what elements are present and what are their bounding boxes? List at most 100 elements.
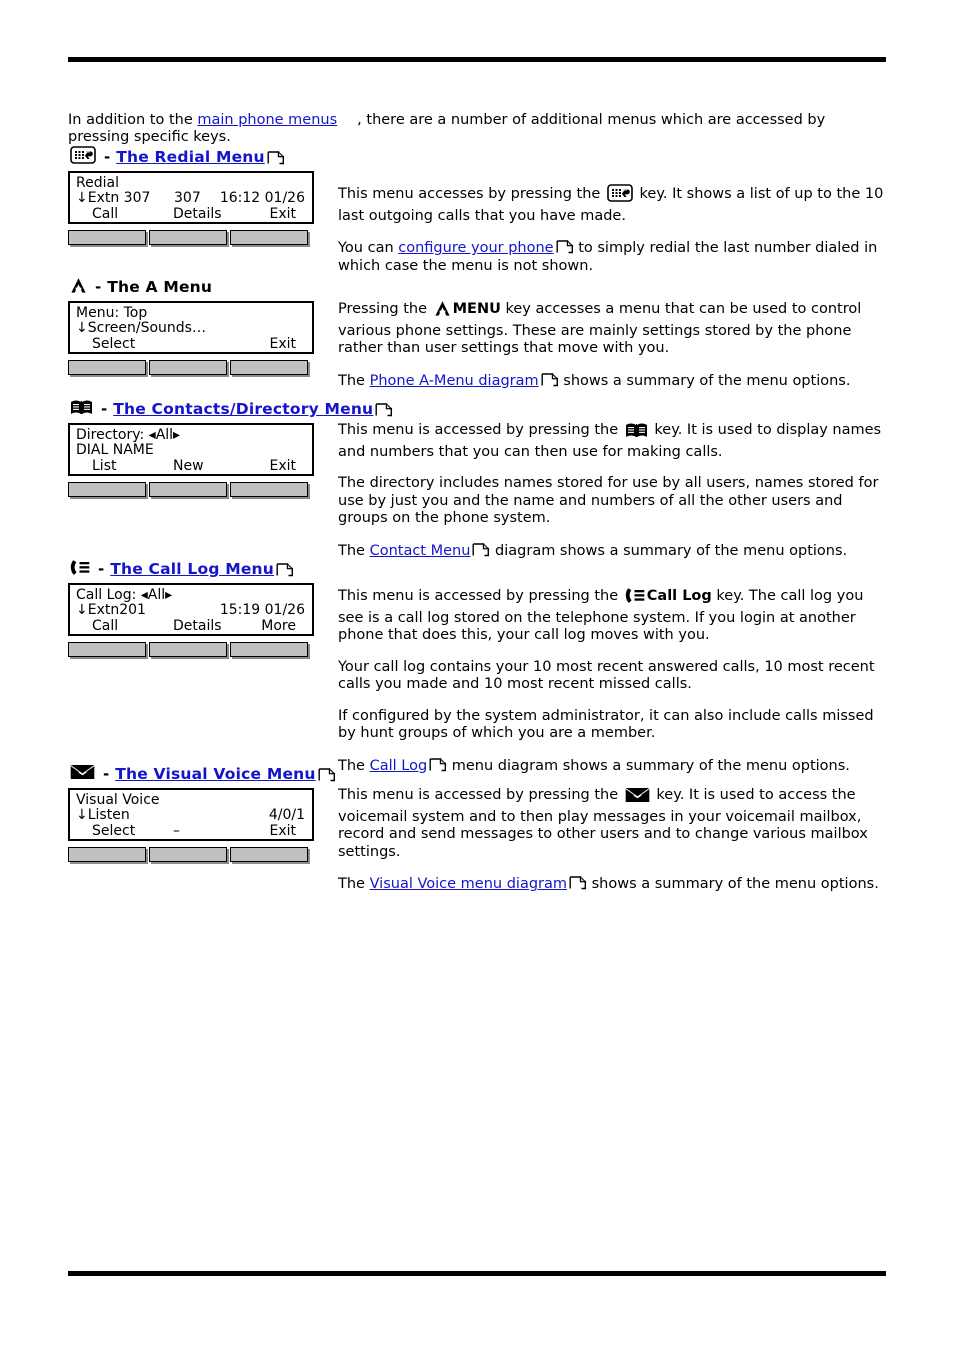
softkey-row-calllog xyxy=(68,642,318,660)
body-text-emphasis: Call Log xyxy=(646,588,712,604)
softkey-button-1[interactable] xyxy=(68,642,146,657)
softkey-button-3[interactable] xyxy=(230,230,308,245)
body-paragraph: This menu is accessed by pressing the ke… xyxy=(338,422,890,461)
a-menu-icon xyxy=(70,277,87,298)
display-line: Directory: ◂All▸ xyxy=(70,427,312,443)
intro-text-before: In addition to the xyxy=(68,111,198,128)
footer-rule xyxy=(68,1271,886,1276)
section-title-voice[interactable]: The Visual Voice Menu xyxy=(115,765,315,783)
display-softkey-label-3: Exit xyxy=(269,336,296,352)
section-title-redial[interactable]: The Redial Menu xyxy=(116,148,265,166)
display-line: Call Details More xyxy=(70,618,312,634)
softkey-button-3[interactable] xyxy=(230,642,308,657)
page-link-icon xyxy=(429,757,447,772)
body-text: This menu is accessed by pressing the xyxy=(338,422,623,438)
softkey-button-2[interactable] xyxy=(149,360,227,375)
display-softkey-label-3: Exit xyxy=(269,823,296,839)
section-body-amenu: Pressing the MENU key accesses a menu th… xyxy=(338,300,890,390)
display-softkey-label-1: List xyxy=(92,458,117,474)
call-log-icon xyxy=(625,587,645,610)
body-link[interactable]: Call Log xyxy=(370,758,428,774)
section-heading-calllog: - The Call Log Menu xyxy=(68,557,294,581)
body-paragraph: The Contact Menu diagram shows a summary… xyxy=(338,542,890,561)
softkey-button-1[interactable] xyxy=(68,482,146,497)
a-menu-icon xyxy=(434,300,451,323)
body-link[interactable]: Phone A-Menu diagram xyxy=(370,373,539,389)
phone-display-amenu: Menu: Top ↓Screen/Sounds… Select Exit xyxy=(68,301,314,354)
body-text: The xyxy=(338,876,370,892)
body-paragraph: This menu accesses by pressing the key. … xyxy=(338,184,890,225)
visual-voice-icon xyxy=(70,764,95,784)
section-title-calllog[interactable]: The Call Log Menu xyxy=(110,560,274,578)
body-paragraph: The Call Log menu diagram shows a summar… xyxy=(338,757,890,776)
display-entry-number: 307 xyxy=(174,190,201,206)
softkey-row-amenu xyxy=(68,360,318,378)
softkey-row-contacts xyxy=(68,482,318,500)
display-title: Visual Voice xyxy=(76,792,160,808)
display-entry-name: ↓Extn 307 xyxy=(76,190,151,206)
display-softkey-label-3: Exit xyxy=(269,206,296,222)
body-link[interactable]: Contact Menu xyxy=(370,543,471,559)
section-body-calllog: This menu is accessed by pressing the Ca… xyxy=(338,587,890,775)
display-entry-name: DIAL NAME xyxy=(76,442,154,458)
page-link-icon xyxy=(569,875,587,890)
body-link[interactable]: Visual Voice menu diagram xyxy=(370,876,567,892)
section-title-amenu: The A Menu xyxy=(107,278,213,296)
phone-display-redial: Redial ↓Extn 307 307 16:12 01/26 Call Details… xyxy=(68,171,314,224)
display-entry-name: ↓Listen xyxy=(76,807,130,823)
redial-icon xyxy=(70,146,96,168)
display-line: Visual Voice xyxy=(70,792,312,808)
body-paragraph: The Phone A-Menu diagram shows a summary… xyxy=(338,372,890,391)
softkey-row-redial xyxy=(68,230,318,248)
heading-dash: - xyxy=(95,277,102,296)
body-text-emphasis: MENU xyxy=(452,301,501,317)
section-body-voice: This menu is accessed by pressing the ke… xyxy=(338,787,890,894)
document-page: In addition to the main phone menus, the… xyxy=(0,0,954,1351)
display-softkey-label-3: Exit xyxy=(269,458,296,474)
heading-dash: - xyxy=(104,147,111,166)
display-line: Call Details Exit xyxy=(70,206,312,222)
section-heading-redial: - The Redial Menu xyxy=(68,145,285,169)
body-paragraph: You can configure your phone to simply r… xyxy=(338,239,890,275)
softkey-button-2[interactable] xyxy=(149,230,227,245)
body-link[interactable]: configure your phone xyxy=(398,240,553,256)
display-softkey-label-2: New xyxy=(173,458,204,474)
softkey-button-3[interactable] xyxy=(230,847,308,862)
softkey-button-3[interactable] xyxy=(230,482,308,497)
call-log-icon xyxy=(70,559,90,580)
section-heading-voice: - The Visual Voice Menu xyxy=(68,762,336,786)
body-paragraph: The directory includes names stored for … xyxy=(338,475,890,528)
softkey-button-1[interactable] xyxy=(68,230,146,245)
body-text: This menu is accessed by pressing the xyxy=(338,588,623,604)
section-heading-contacts: - The Contacts/Directory Menu xyxy=(68,397,393,421)
body-paragraph: Pressing the MENU key accesses a menu th… xyxy=(338,300,890,358)
softkey-button-2[interactable] xyxy=(149,642,227,657)
phone-display-contacts: Directory: ◂All▸ DIAL NAME List New Exit xyxy=(68,423,314,476)
body-paragraph: Your call log contains your 10 most rece… xyxy=(338,659,890,694)
display-softkey-label-1: Select xyxy=(92,336,136,352)
display-line: Call Log: ◂All▸ xyxy=(70,587,312,603)
softkey-button-1[interactable] xyxy=(68,360,146,375)
softkey-button-1[interactable] xyxy=(68,847,146,862)
section-body-contacts: This menu is accessed by pressing the ke… xyxy=(338,422,890,560)
body-text: Your call log contains your 10 most rece… xyxy=(338,658,875,693)
softkey-button-2[interactable] xyxy=(149,847,227,862)
display-line: ↓Extn201 15:19 01/26 xyxy=(70,602,312,618)
body-paragraph: If configured by the system administrato… xyxy=(338,708,890,743)
display-title: Redial xyxy=(76,175,119,191)
display-softkey-label-1: Call xyxy=(92,206,119,222)
heading-dash: - xyxy=(101,399,108,418)
contacts-book-icon xyxy=(625,422,648,444)
display-softkey-label-1: Select xyxy=(92,823,136,839)
softkey-button-3[interactable] xyxy=(230,360,308,375)
body-text: Pressing the xyxy=(338,301,432,317)
section-body-redial: This menu accesses by pressing the key. … xyxy=(338,184,890,275)
display-line: List New Exit xyxy=(70,458,312,474)
section-title-contacts[interactable]: The Contacts/Directory Menu xyxy=(113,400,373,418)
display-softkey-label-2: – xyxy=(173,823,180,839)
softkey-button-2[interactable] xyxy=(149,482,227,497)
phone-display-voice: Visual Voice ↓Listen 4/0/1 Select – Exit xyxy=(68,788,314,841)
display-softkey-label-1: Call xyxy=(92,618,119,634)
main-phone-menus-link[interactable]: main phone menus xyxy=(197,112,337,128)
page-link-icon xyxy=(267,150,285,165)
